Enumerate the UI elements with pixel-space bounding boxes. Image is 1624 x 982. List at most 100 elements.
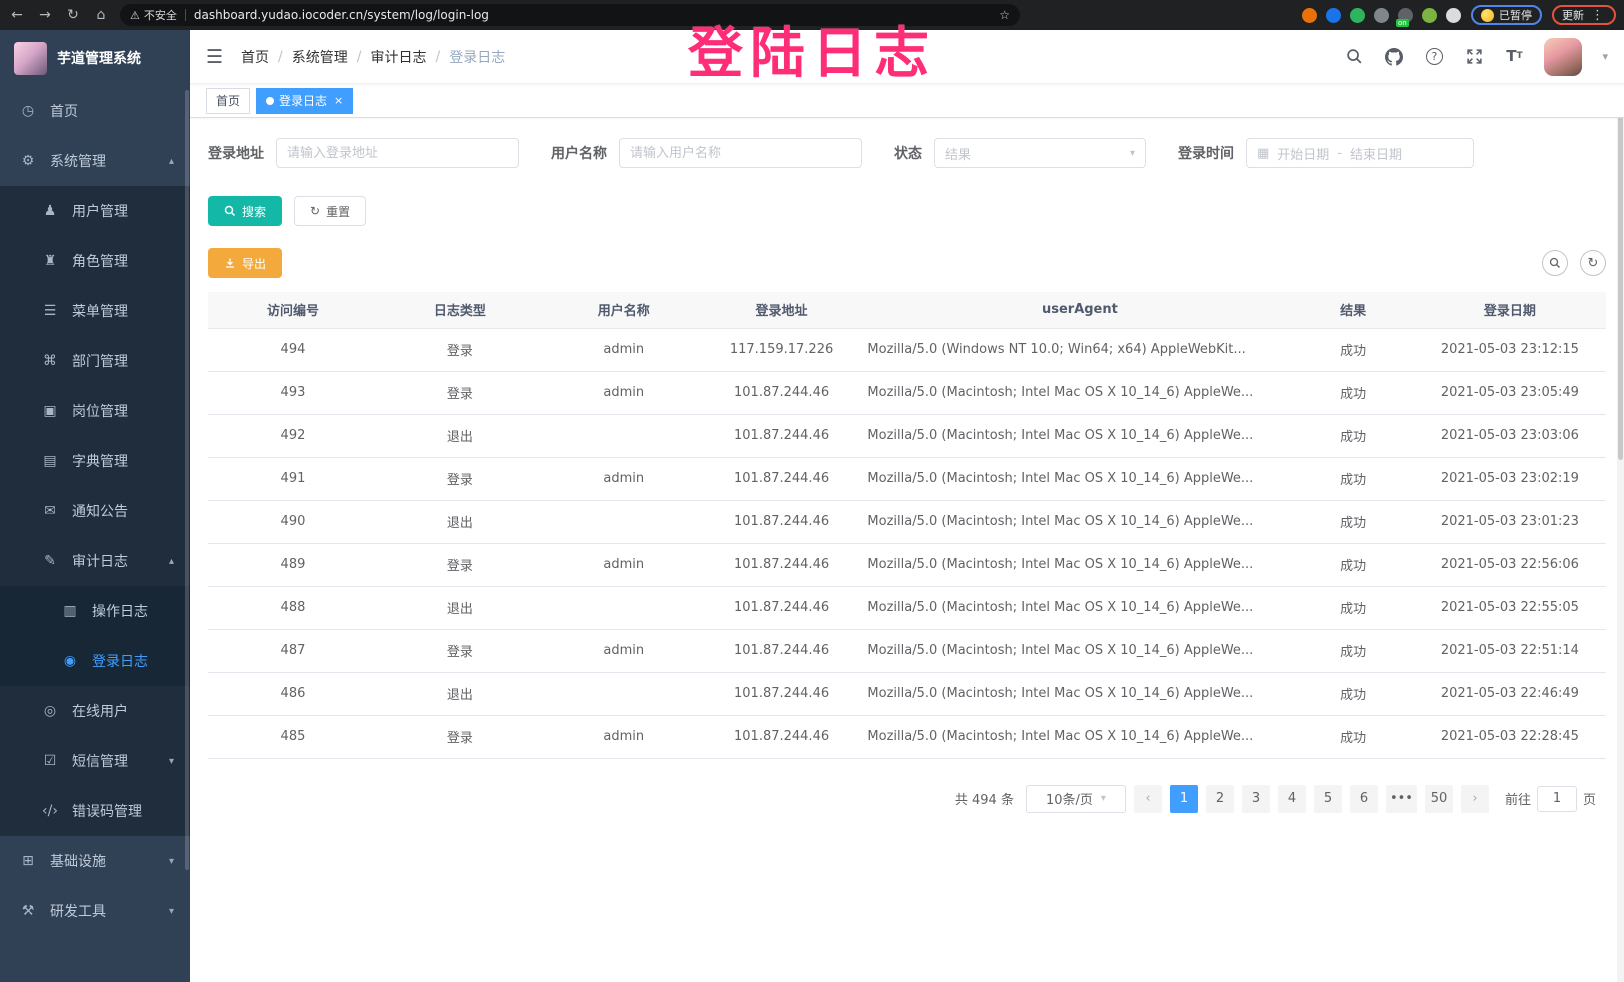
extension-list-icon[interactable]: on	[1398, 8, 1413, 23]
sidebar-item-系统管理[interactable]: ⚙系统管理▴	[0, 136, 190, 186]
extension-puzzle-icon[interactable]	[1446, 8, 1461, 23]
app-title: 芋道管理系统	[57, 48, 141, 68]
page-button-2[interactable]: 2	[1206, 785, 1234, 813]
table-cell: 2021-05-03 22:56:06	[1414, 543, 1606, 586]
filter-login-time: 登录时间 ▦ 开始日期 - 结束日期	[1178, 138, 1474, 168]
breadcrumb-item[interactable]: 审计日志	[370, 47, 426, 67]
font-size-icon[interactable]: TT	[1504, 47, 1524, 67]
toggle-search-button[interactable]	[1542, 250, 1568, 276]
logo-row[interactable]: 芋道管理系统	[0, 30, 190, 86]
login-address-input[interactable]	[276, 138, 519, 168]
sidebar-item-错误码管理[interactable]: ‹/›错误码管理	[0, 786, 190, 836]
sidebar-item-基础设施[interactable]: ⊞基础设施▾	[0, 836, 190, 886]
extension-grid-icon[interactable]	[1374, 8, 1389, 23]
page-button-5[interactable]: 5	[1314, 785, 1342, 813]
table-cell: admin	[542, 371, 706, 414]
sidebar-item-部门管理[interactable]: ⌘部门管理	[0, 336, 190, 386]
page-button-1[interactable]: 1	[1170, 785, 1198, 813]
sidebar-item-label: 基础设施	[50, 851, 155, 871]
browser-menu-icon[interactable]: ⋮	[1589, 8, 1606, 23]
table-header-访问编号: 访问编号	[208, 292, 378, 328]
dict-icon: ▤	[42, 453, 58, 469]
status-placeholder: 结果	[945, 144, 971, 163]
back-icon[interactable]: ←	[8, 7, 26, 23]
pagination-total: 共 494 条	[955, 789, 1014, 808]
tags-bar: 首页登录日志×	[190, 84, 1624, 118]
sidebar-item-字典管理[interactable]: ▤字典管理	[0, 436, 190, 486]
reload-icon[interactable]: ↻	[64, 7, 82, 23]
security-warning[interactable]: ⚠不安全	[130, 7, 177, 23]
extension-green-heart-icon[interactable]	[1350, 8, 1365, 23]
bookmark-star-icon[interactable]: ☆	[999, 8, 1010, 22]
search-button[interactable]: 搜索	[208, 196, 282, 226]
goto-group: 前往 页	[1505, 786, 1596, 812]
sidebar-item-在线用户[interactable]: ◎在线用户	[0, 686, 190, 736]
help-icon[interactable]: ?	[1424, 47, 1444, 67]
chevron-down-icon: ▾	[169, 856, 174, 867]
avatar-caret-icon[interactable]: ▾	[1602, 50, 1608, 63]
page-button-6[interactable]: 6	[1350, 785, 1378, 813]
status-select[interactable]: 结果 ▾	[934, 138, 1146, 168]
sidebar-item-通知公告[interactable]: ✉通知公告	[0, 486, 190, 536]
reset-button[interactable]: ↻ 重置	[294, 196, 366, 226]
sidebar-item-岗位管理[interactable]: ▣岗位管理	[0, 386, 190, 436]
calendar-icon: ▦	[1257, 146, 1269, 161]
table-cell: 491	[208, 457, 378, 500]
sidebar-item-角色管理[interactable]: ♜角色管理	[0, 236, 190, 286]
export-button[interactable]: 导出	[208, 248, 282, 278]
table-cell: 493	[208, 371, 378, 414]
tag-登录日志[interactable]: 登录日志×	[256, 88, 353, 114]
sidebar-item-用户管理[interactable]: ♟用户管理	[0, 186, 190, 236]
profile-paused-pill[interactable]: 已暂停	[1471, 5, 1542, 25]
page-button-3[interactable]: 3	[1242, 785, 1270, 813]
extension-plant-icon[interactable]	[1422, 8, 1437, 23]
fullscreen-icon[interactable]	[1464, 47, 1484, 67]
tag-label: 首页	[216, 92, 240, 109]
github-icon[interactable]	[1384, 47, 1404, 67]
table-cell: 退出	[378, 586, 542, 629]
sidebar-item-登录日志[interactable]: ◉登录日志	[0, 636, 190, 686]
page-size-select[interactable]: 10条/页 ▾	[1026, 785, 1126, 813]
table-header-登录日期: 登录日期	[1414, 292, 1606, 328]
breadcrumb-item[interactable]: 系统管理	[292, 47, 348, 67]
extension-gem-icon[interactable]	[1326, 8, 1341, 23]
search-icon[interactable]	[1344, 47, 1364, 67]
breadcrumb-item[interactable]: 首页	[241, 47, 269, 67]
sidebar-item-审计日志[interactable]: ✎审计日志▴	[0, 536, 190, 586]
sidebar-item-短信管理[interactable]: ☑短信管理▾	[0, 736, 190, 786]
page-button-4[interactable]: 4	[1278, 785, 1306, 813]
breadcrumb-item: 登录日志	[449, 47, 505, 67]
filter-label: 状态	[894, 143, 922, 163]
update-button[interactable]: 更新 ⋮	[1552, 5, 1616, 25]
home-icon[interactable]: ⌂	[92, 7, 110, 23]
page-button-50[interactable]: 50	[1425, 785, 1453, 813]
table-cell: 成功	[1292, 672, 1413, 715]
page-scrollbar[interactable]	[1617, 30, 1624, 982]
extension-orange-icon[interactable]	[1302, 8, 1317, 23]
forward-icon[interactable]: →	[36, 7, 54, 23]
tag-close-icon[interactable]: ×	[334, 94, 343, 107]
refresh-table-button[interactable]: ↻	[1580, 250, 1606, 276]
hamburger-icon[interactable]: ☰	[206, 46, 223, 68]
page-size-label: 10条/页	[1046, 789, 1093, 808]
tag-首页[interactable]: 首页	[206, 88, 250, 114]
breadcrumb-separator: /	[357, 49, 362, 65]
table-cell: 成功	[1292, 500, 1413, 543]
table-header-登录地址: 登录地址	[706, 292, 858, 328]
sidebar-item-研发工具[interactable]: ⚒研发工具▾	[0, 886, 190, 936]
sidebar-scrollbar[interactable]	[185, 90, 189, 870]
table-cell: 登录	[378, 371, 542, 414]
sidebar-item-操作日志[interactable]: ▥操作日志	[0, 586, 190, 636]
goto-page-input[interactable]	[1537, 786, 1577, 812]
date-range-picker[interactable]: ▦ 开始日期 - 结束日期	[1246, 138, 1474, 168]
filter-login-address: 登录地址	[208, 138, 519, 168]
table-cell: 成功	[1292, 414, 1413, 457]
sidebar-item-label: 审计日志	[72, 551, 155, 571]
chevron-up-icon: ▴	[169, 156, 174, 167]
user-avatar[interactable]	[1544, 38, 1582, 76]
sidebar-item-首页[interactable]: ◷首页	[0, 86, 190, 136]
next-page-button[interactable]: ›	[1461, 785, 1489, 813]
sidebar-item-菜单管理[interactable]: ☰菜单管理	[0, 286, 190, 336]
prev-page-button[interactable]: ‹	[1134, 785, 1162, 813]
username-input[interactable]	[619, 138, 862, 168]
